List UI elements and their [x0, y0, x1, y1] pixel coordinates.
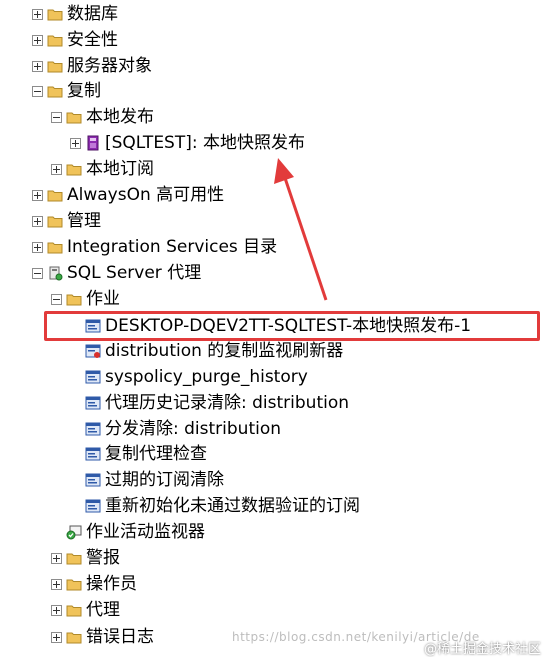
- tree-node-replication[interactable]: 复制: [32, 78, 101, 104]
- collapse-minus-icon[interactable]: [32, 85, 43, 97]
- folder-icon: [66, 553, 82, 565]
- tree-node-label: 管理: [67, 211, 101, 231]
- job-icon: [85, 473, 101, 487]
- job-icon: [85, 422, 101, 436]
- folder-icon: [66, 294, 82, 306]
- tree-node-label: 安全性: [67, 30, 118, 50]
- tree-node-security[interactable]: 安全性: [32, 27, 118, 53]
- tree-node-job-activity-monitor[interactable]: 作业活动监视器: [66, 519, 205, 545]
- tree-node-job-monitor-refresher[interactable]: distribution 的复制监视刷新器: [85, 338, 343, 364]
- highlight-box: [44, 311, 540, 341]
- expand-plus-icon[interactable]: [32, 8, 43, 20]
- folder-icon: [47, 61, 63, 73]
- tree-left-margin: [0, 0, 20, 656]
- tree-node-job-distribution-cleanup[interactable]: 分发清除: distribution: [85, 416, 281, 442]
- tree-node-label: syspolicy_purge_history: [105, 367, 308, 387]
- folder-icon: [66, 605, 82, 617]
- tree-node-label: 警报: [86, 548, 120, 568]
- tree-node-job-reinitialize-subscriptions[interactable]: 重新初始化未通过数据验证的订阅: [85, 493, 360, 519]
- job-error-icon: [85, 344, 101, 358]
- tree-node-sql-server-agent[interactable]: SQL Server 代理: [32, 260, 201, 286]
- tree-node-local-subscriptions[interactable]: 本地订阅: [51, 156, 154, 182]
- tree-node-alwayson[interactable]: AlwaysOn 高可用性: [32, 182, 224, 208]
- folder-icon: [66, 579, 82, 591]
- tree-node-label: Integration Services 目录: [67, 237, 278, 257]
- expand-plus-icon[interactable]: [32, 34, 43, 46]
- tree-node-label: 服务器对象: [67, 56, 152, 76]
- tree-node-label: 代理历史记录清除: distribution: [105, 393, 350, 413]
- tree-node-integration-services[interactable]: Integration Services 目录: [32, 234, 277, 260]
- tree-node-job-history-cleanup[interactable]: 代理历史记录清除: distribution: [85, 390, 349, 416]
- folder-icon: [47, 9, 63, 21]
- tree-node-databases[interactable]: 数据库: [32, 1, 118, 27]
- tree-node-label: 复制代理检查: [105, 444, 207, 464]
- tree-node-label: AlwaysOn 高可用性: [67, 185, 225, 205]
- tree-node-management[interactable]: 管理: [32, 208, 101, 234]
- expand-plus-icon[interactable]: [51, 552, 62, 564]
- folder-icon: [66, 164, 82, 176]
- expand-plus-icon[interactable]: [51, 578, 62, 590]
- job-icon: [85, 499, 101, 513]
- expand-plus-icon[interactable]: [70, 137, 81, 149]
- expand-plus-icon[interactable]: [32, 241, 43, 253]
- tree-node-label: 分发清除: distribution: [105, 419, 282, 439]
- tree-node-label: 作业: [86, 289, 120, 309]
- collapse-minus-icon[interactable]: [51, 293, 62, 305]
- tree-node-jobs[interactable]: 作业: [51, 286, 120, 312]
- folder-icon: [66, 112, 82, 124]
- tree-node-server-objects[interactable]: 服务器对象: [32, 53, 152, 79]
- tree-node-job-agent-check[interactable]: 复制代理检查: [85, 441, 207, 467]
- folder-icon: [47, 86, 63, 98]
- expand-plus-icon[interactable]: [32, 189, 43, 201]
- expand-plus-icon[interactable]: [32, 60, 43, 72]
- tree-node-label: 本地订阅: [86, 159, 154, 179]
- collapse-minus-icon[interactable]: [51, 111, 62, 123]
- watermark-site: @稀土掘金技术社区: [424, 642, 542, 657]
- tree-node-label: 数据库: [67, 4, 118, 24]
- tree-node-publication-sqltest[interactable]: [SQLTEST]: 本地快照发布: [70, 130, 305, 156]
- expand-plus-icon[interactable]: [51, 163, 62, 175]
- folder-icon: [47, 190, 63, 202]
- tree-node-alerts[interactable]: 警报: [51, 545, 120, 571]
- tree-node-operators[interactable]: 操作员: [51, 571, 137, 597]
- folder-icon: [47, 216, 63, 228]
- folder-icon: [66, 632, 82, 644]
- tree-node-label: 本地发布: [86, 107, 154, 127]
- tree-node-job-expired-subscription-cleanup[interactable]: 过期的订阅清除: [85, 467, 224, 493]
- tree-node-label: SQL Server 代理: [67, 263, 202, 283]
- tree-node-label: 操作员: [86, 574, 137, 594]
- tree-node-local-publications[interactable]: 本地发布: [51, 104, 154, 130]
- publication-icon: [87, 135, 99, 151]
- job-icon: [85, 447, 101, 461]
- expand-plus-icon[interactable]: [32, 215, 43, 227]
- folder-icon: [47, 242, 63, 254]
- collapse-minus-icon[interactable]: [32, 267, 43, 279]
- tree-node-job-syspolicy[interactable]: syspolicy_purge_history: [85, 364, 308, 390]
- folder-icon: [47, 35, 63, 47]
- tree-node-label: 过期的订阅清除: [105, 470, 224, 490]
- job-icon: [85, 370, 101, 384]
- tree-node-error-logs[interactable]: 错误日志: [51, 624, 154, 650]
- tree-node-label: [SQLTEST]: 本地快照发布: [105, 133, 305, 153]
- tree-node-label: distribution 的复制监视刷新器: [105, 341, 344, 361]
- tree-node-proxies[interactable]: 代理: [51, 597, 120, 623]
- tree-node-label: 作业活动监视器: [86, 522, 205, 542]
- tree-node-label: 复制: [67, 81, 101, 101]
- activity-monitor-icon: [66, 525, 82, 540]
- expand-plus-icon[interactable]: [51, 631, 62, 643]
- expand-plus-icon[interactable]: [51, 604, 62, 616]
- tree-node-label: 代理: [86, 600, 120, 620]
- tree-node-label: 错误日志: [86, 627, 154, 647]
- sql-agent-icon: [49, 266, 63, 281]
- tree-node-label: 重新初始化未通过数据验证的订阅: [105, 496, 360, 516]
- job-icon: [85, 396, 101, 410]
